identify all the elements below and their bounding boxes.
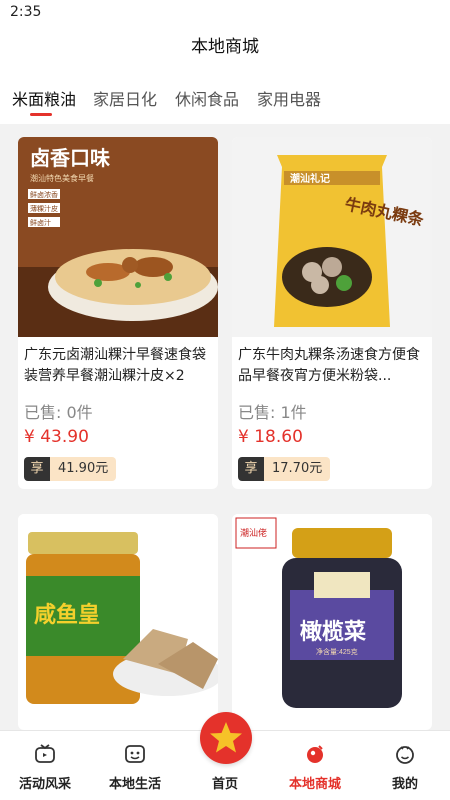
nav-label: 我的 bbox=[391, 777, 418, 792]
product-card[interactable]: 卤香口味 潮汕特色美食早餐 鲜卤浓香 薄粿汁皮 鲜卤汁 广东元卤潮汕粿汁早餐速食… bbox=[18, 137, 218, 489]
product-price: ¥ 43.90 bbox=[24, 427, 89, 447]
tab-grain-oil[interactable]: 米面粮油 bbox=[12, 86, 76, 110]
share-price-badge: 享 41.90元 bbox=[24, 457, 117, 481]
svg-text:薄粿汁皮: 薄粿汁皮 bbox=[30, 204, 58, 213]
tab-snacks[interactable]: 休闲食品 bbox=[175, 86, 239, 110]
share-label: 享 bbox=[238, 457, 264, 481]
tv-icon bbox=[35, 744, 55, 763]
image-headline: 卤香口味 bbox=[30, 147, 110, 170]
status-bar: 2:35 bbox=[0, 0, 450, 26]
product-image: 潮汕礼记 牛肉丸粿条 bbox=[232, 137, 432, 337]
svg-text:鲜卤汁: 鲜卤汁 bbox=[30, 218, 51, 227]
product-title: 广东元卤潮汕粿汁早餐速食袋装营养早餐潮汕粿汁皮×2 bbox=[24, 347, 206, 384]
tab-household[interactable]: 家居日化 bbox=[93, 86, 157, 110]
page-title: 本地商城 bbox=[191, 37, 259, 57]
share-price: 17.70元 bbox=[264, 457, 331, 481]
nav-label: 本地生活 bbox=[108, 777, 161, 792]
nav-label: 本地商城 bbox=[288, 777, 341, 792]
svg-text:净含量:425克: 净含量:425克 bbox=[316, 647, 358, 656]
nav-label: 活动风采 bbox=[18, 777, 71, 792]
product-card[interactable]: 潮汕礼记 牛肉丸粿条 广东牛肉丸粿条汤速食方便食品早餐夜宵方便米粉袋... 已售… bbox=[232, 137, 432, 489]
svg-text:潮汕特色美食早餐: 潮汕特色美食早餐 bbox=[30, 173, 94, 183]
nav-label: 首页 bbox=[211, 777, 238, 792]
header: 本地商城 bbox=[0, 26, 450, 68]
image-headline: 咸鱼皇 bbox=[34, 602, 100, 627]
nav-profile[interactable]: 我的 bbox=[360, 731, 450, 800]
chat-icon bbox=[125, 745, 145, 763]
share-price: 41.90元 bbox=[50, 457, 117, 481]
product-image: 卤香口味 潮汕特色美食早餐 鲜卤浓香 薄粿汁皮 鲜卤汁 bbox=[18, 137, 218, 337]
image-headline: 橄榄菜 bbox=[300, 619, 366, 644]
share-label: 享 bbox=[24, 457, 50, 481]
status-time: 2:35 bbox=[10, 4, 42, 20]
tab-appliances[interactable]: 家用电器 bbox=[257, 86, 321, 110]
star-icon bbox=[210, 722, 242, 753]
product-price: ¥ 18.60 bbox=[238, 427, 303, 447]
svg-text:潮汕佬: 潮汕佬 bbox=[240, 527, 267, 538]
nav-local-mall[interactable]: 本地商城 bbox=[270, 731, 360, 800]
home-button[interactable] bbox=[200, 712, 252, 764]
svg-text:潮汕礼记: 潮汕礼记 bbox=[290, 172, 330, 185]
sold-count: 已售: 0件 bbox=[24, 403, 93, 422]
profile-icon bbox=[396, 746, 414, 764]
category-tabs: 米面粮油 家居日化 休闲食品 家用电器 bbox=[0, 68, 450, 124]
product-image: 潮汕佬 橄榄菜 净含量:425克 bbox=[232, 514, 432, 714]
product-card[interactable]: 潮汕佬 橄榄菜 净含量:425克 bbox=[232, 514, 432, 730]
share-price-badge: 享 17.70元 bbox=[238, 457, 331, 481]
shop-icon bbox=[307, 745, 323, 763]
svg-text:鲜卤浓香: 鲜卤浓香 bbox=[30, 190, 58, 199]
product-image: 咸鱼皇 bbox=[18, 514, 218, 714]
product-title: 广东牛肉丸粿条汤速食方便食品早餐夜宵方便米粉袋... bbox=[238, 347, 420, 384]
active-tab-indicator bbox=[30, 113, 52, 116]
nav-activities[interactable]: 活动风采 bbox=[0, 731, 90, 800]
sold-count: 已售: 1件 bbox=[238, 403, 307, 422]
nav-local-life[interactable]: 本地生活 bbox=[90, 731, 180, 800]
product-card[interactable]: 咸鱼皇 bbox=[18, 514, 218, 730]
